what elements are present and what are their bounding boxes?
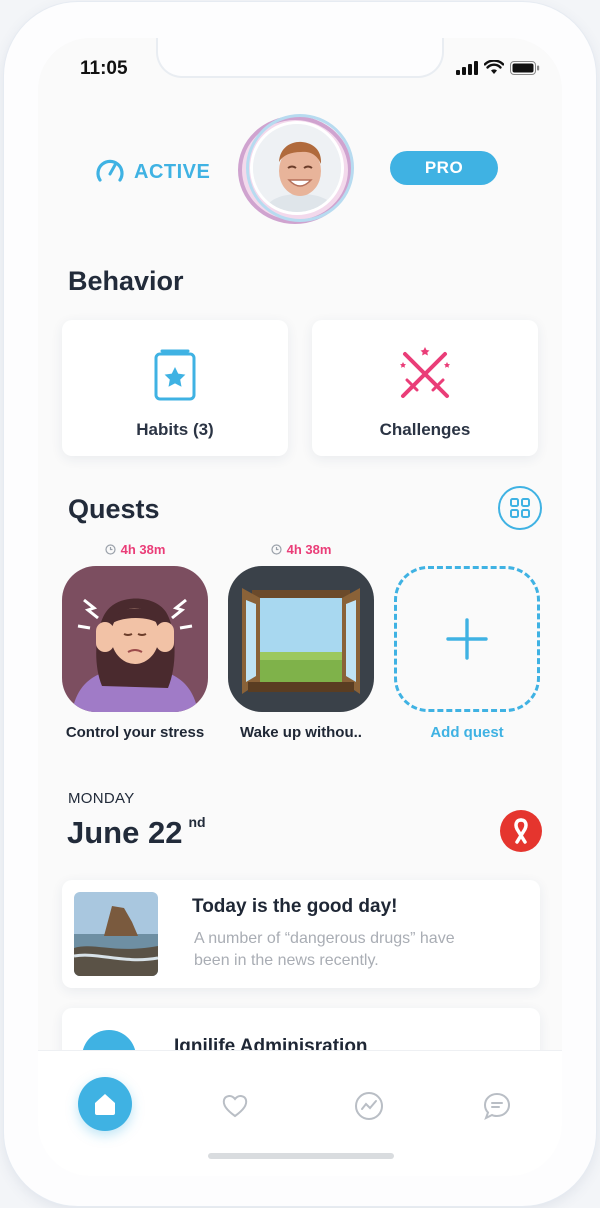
device-notch — [156, 38, 444, 78]
home-icon — [95, 1094, 115, 1115]
chart-icon — [355, 1092, 383, 1120]
news-card[interactable]: Today is the good day! A number of “dang… — [62, 880, 540, 988]
signal-icon — [456, 60, 478, 75]
habits-label: Habits (3) — [136, 420, 214, 439]
clock-icon — [104, 543, 116, 555]
add-quest-tile[interactable] — [394, 566, 540, 712]
quest-timer: 4h 38m — [226, 538, 376, 560]
quest-item[interactable]: 4h 38m Control your stress — [60, 538, 210, 741]
quest-name: Wake up withou.. — [240, 724, 362, 741]
plus-icon — [446, 618, 488, 660]
avatar[interactable] — [238, 114, 358, 224]
quest-name: Control your stress — [65, 724, 205, 741]
speedometer-icon — [96, 159, 124, 182]
heart-icon — [222, 1095, 248, 1118]
news-body: A number of “dangerous drugs” have been … — [194, 930, 455, 969]
wifi-icon — [484, 60, 504, 75]
pro-button[interactable]: PRO — [390, 151, 498, 185]
star-card-icon — [153, 346, 197, 402]
open-window-illustration — [228, 566, 374, 712]
quests-title: Quests — [68, 494, 160, 524]
avatar-photo — [250, 121, 344, 215]
stressed-woman-illustration — [62, 566, 208, 712]
news-title: Today is the good day! — [192, 896, 398, 917]
tab-home[interactable] — [78, 1077, 132, 1131]
habits-card[interactable]: Habits (3) — [62, 320, 288, 456]
quest-item[interactable]: 4h 38m Wake up withou.. — [226, 538, 376, 741]
behavior-title: Behavior — [68, 266, 184, 296]
challenges-label: Challenges — [379, 420, 471, 439]
tab-messages[interactable] — [470, 1079, 524, 1133]
day-label: MONDAY — [68, 790, 135, 807]
tab-activity[interactable] — [342, 1079, 396, 1133]
tab-favorites[interactable] — [208, 1079, 262, 1133]
awareness-ribbon-button[interactable] — [500, 810, 542, 852]
date-suffix: nd — [188, 814, 206, 830]
grid-icon — [510, 498, 530, 518]
quest-timer-label: 4h 38m — [286, 541, 332, 557]
grid-view-button[interactable] — [498, 486, 542, 530]
home-indicator[interactable] — [208, 1153, 394, 1159]
news-thumbnail — [74, 892, 158, 976]
activity-status-label: ACTIVE — [134, 160, 211, 183]
crossed-swords-icon — [395, 346, 455, 402]
clock-icon — [270, 543, 282, 555]
battery-icon — [510, 60, 540, 75]
ribbon-icon — [514, 818, 528, 844]
add-quest-label: Add quest — [430, 724, 504, 741]
activity-status[interactable]: ACTIVE — [94, 156, 210, 188]
date-text: June 22 — [67, 815, 183, 850]
add-quest-button[interactable]: Add quest — [392, 538, 542, 741]
challenges-card[interactable]: Challenges — [312, 320, 538, 456]
status-time: 11:05 — [80, 58, 128, 79]
quest-timer-label: 4h 38m — [120, 541, 166, 557]
quest-timer: 4h 38m — [60, 538, 210, 560]
chat-icon — [483, 1092, 511, 1121]
app-screen: 11:05 ACTIVE PRO Behavior Habits (3) Cha… — [38, 38, 562, 1176]
status-icons — [456, 60, 540, 75]
date-label: June 22 nd — [67, 814, 206, 851]
